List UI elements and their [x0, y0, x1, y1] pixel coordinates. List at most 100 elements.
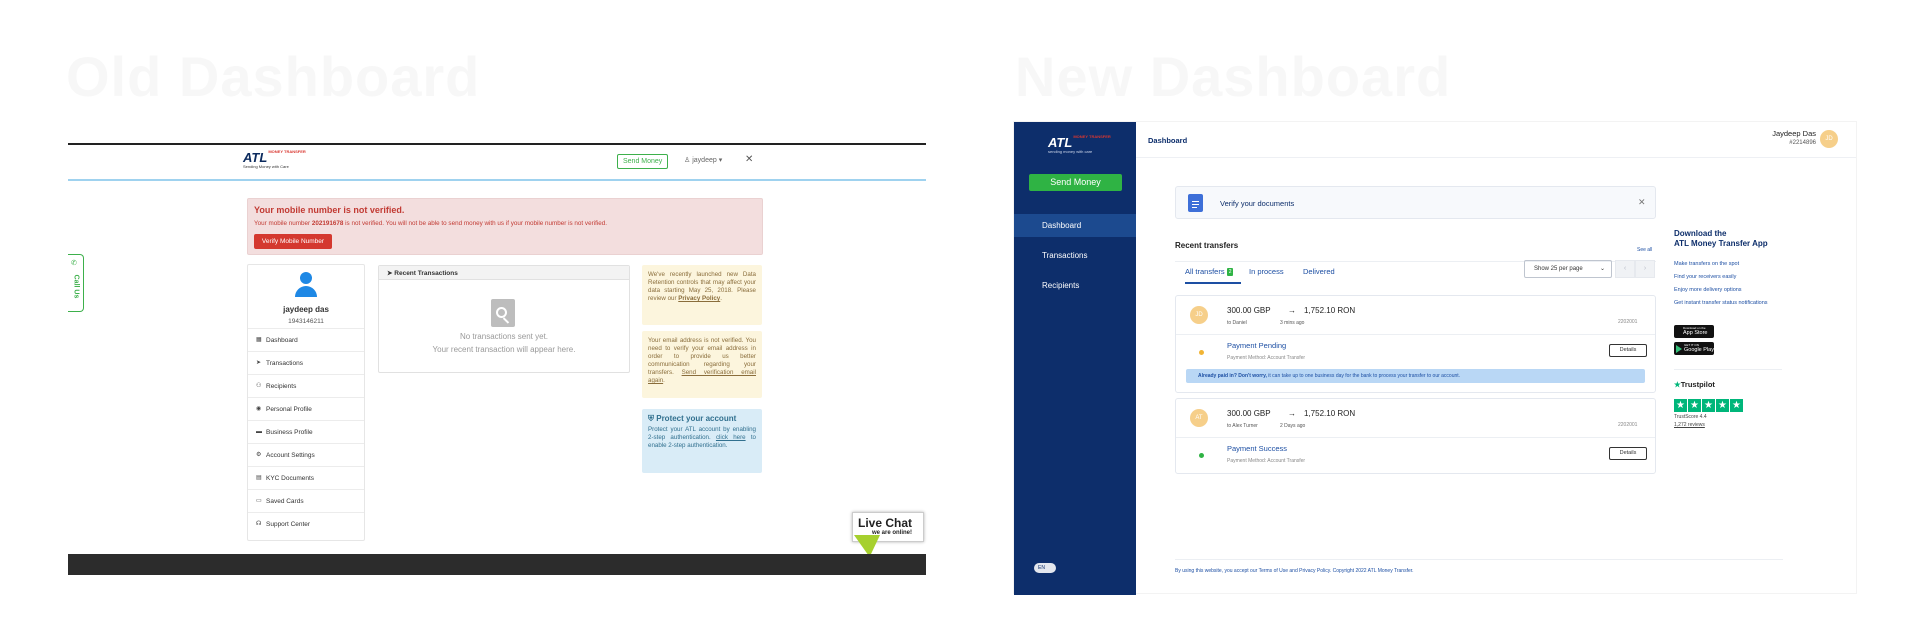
payment-method: Payment Method: Account Transfer: [1227, 458, 1306, 464]
star-icon: ★: [1674, 380, 1681, 389]
user-menu[interactable]: ♙ jaydeep ▾: [684, 156, 722, 164]
chevron-down-icon: ⌄: [1599, 266, 1605, 272]
document-icon: [1188, 194, 1203, 212]
menu-item-account-settings[interactable]: ⚙ Account Settings: [248, 443, 364, 466]
privacy-policy-link[interactable]: Privacy Policy: [678, 295, 720, 302]
transfer-time: 3 mins ago: [1280, 320, 1305, 326]
star-icon: ★: [1674, 399, 1687, 412]
send-amount: 300.00 GBP: [1227, 409, 1271, 418]
document-search-icon: [491, 299, 515, 327]
sidebar-item-transactions[interactable]: Transactions: [1014, 244, 1136, 267]
details-button[interactable]: Details: [1609, 447, 1647, 460]
app-feature-item: Find your receivers easily: [1674, 274, 1737, 280]
menu-icon: ⚇: [256, 383, 262, 389]
menu-item-transactions[interactable]: ➤ Transactions: [248, 351, 364, 374]
verify-documents-text: Verify your documents: [1220, 199, 1295, 208]
verify-documents-banner[interactable]: Verify your documents ✕: [1175, 186, 1656, 219]
call-us-tab[interactable]: ✆ Call Us: [68, 254, 84, 312]
menu-item-saved-cards[interactable]: ▭ Saved Cards: [248, 489, 364, 512]
menu-item-kyc-documents[interactable]: ▤ KYC Documents: [248, 466, 364, 489]
menu-item-business-profile[interactable]: ▬ Business Profile: [248, 420, 364, 443]
see-all-link[interactable]: See all: [1637, 247, 1652, 253]
star-icon: ★: [1688, 399, 1701, 412]
active-tab-indicator: [1185, 282, 1241, 284]
close-icon[interactable]: ✕: [1638, 197, 1646, 208]
recent-transfers-title: Recent transfers: [1175, 241, 1239, 250]
tab-in-process[interactable]: In process: [1249, 267, 1284, 276]
menu-label: Account Settings: [266, 452, 315, 459]
receive-amount: 1,752.10 RON: [1304, 409, 1356, 418]
menu-label: KYC Documents: [266, 475, 315, 482]
menu-label: Recipients: [266, 383, 297, 390]
menu-label: Personal Profile: [266, 406, 312, 413]
receive-amount: 1,752.10 RON: [1304, 306, 1356, 315]
sidebar-item-dashboard[interactable]: Dashboard: [1014, 214, 1136, 237]
menu-label: Dashboard: [266, 337, 298, 344]
verify-mobile-button[interactable]: Verify Mobile Number: [254, 234, 332, 249]
google-play-badge[interactable]: GET IT ON Google Play: [1674, 342, 1714, 355]
prev-page-button[interactable]: ‹: [1615, 260, 1635, 278]
alert-title: Your mobile number is not verified.: [254, 205, 405, 215]
recent-transactions-header: ➤ Recent Transactions: [379, 266, 629, 280]
profile-card: jaydeep das 1943146211 ▦ Dashboard ➤ Transa…: [247, 264, 365, 541]
tab-all-transfers[interactable]: All transfers 2: [1185, 267, 1234, 276]
language-toggle[interactable]: EN: [1034, 563, 1056, 573]
app-store-badge[interactable]: Download on the App Store: [1674, 325, 1714, 338]
app-feature-item: Enjoy more delivery options: [1674, 287, 1742, 293]
atl-logo-new[interactable]: ATLMONEY TRANSFER sending money with car…: [1048, 135, 1111, 155]
tab-delivered[interactable]: Delivered: [1303, 267, 1335, 276]
top-bar: Dashboard Jaydeep Das #2214896 JD: [1136, 122, 1856, 158]
trustpilot-logo[interactable]: ★Trustpilot: [1674, 380, 1715, 389]
per-page-select[interactable]: Show 25 per page ⌄: [1524, 260, 1612, 278]
footer-text: By using this website, you accept our Te…: [1175, 568, 1414, 574]
user-icon: ♙: [684, 157, 691, 164]
empty-title: No transactions sent yet.: [459, 332, 549, 341]
send-money-button[interactable]: Send Money: [617, 154, 669, 169]
menu-item-personal-profile[interactable]: ◉ Personal Profile: [248, 397, 364, 420]
next-page-button[interactable]: ›: [1635, 260, 1655, 278]
data-retention-notice: We've recently launched new Data Retenti…: [642, 265, 762, 325]
old-dashboard: ATLMONEY TRANSFER Sending Money with Car…: [68, 143, 926, 575]
avatar[interactable]: JD: [1820, 130, 1838, 148]
caret-down-icon: ▾: [718, 157, 723, 164]
live-chat-subtitle: we are online!: [872, 530, 913, 536]
new-dashboard: ATLMONEY TRANSFER sending money with car…: [1013, 121, 1857, 595]
sidebar-item-recipients[interactable]: Recipients: [1014, 274, 1136, 297]
menu-label: Support Center: [266, 521, 311, 528]
menu-icon: ☊: [256, 521, 262, 527]
click-here-link[interactable]: click here: [716, 434, 746, 441]
profile-name: jaydeep das: [283, 305, 329, 314]
shield-icon: ⛨: [648, 414, 654, 423]
menu-item-recipients[interactable]: ⚇ Recipients: [248, 374, 364, 397]
send-money-button-new[interactable]: Send Money: [1029, 174, 1122, 191]
sidebar: ATLMONEY TRANSFER sending money with car…: [1014, 122, 1136, 595]
star-icon: ★: [1730, 399, 1743, 412]
payment-note: Already paid in? Don't worry, it can tak…: [1186, 369, 1645, 383]
transfer-status: Payment Pending: [1227, 341, 1287, 350]
transfer-card: JD 300.00 GBP → 1,752.10 RON to Daniel 3…: [1175, 295, 1656, 393]
user-id-new: #2214896: [1789, 140, 1816, 146]
reviews-link[interactable]: 1,272 reviews: [1674, 422, 1705, 428]
atl-logo[interactable]: ATLMONEY TRANSFER Sending Money with Car…: [243, 150, 306, 170]
menu-label: Transactions: [266, 360, 303, 367]
menu-item-dashboard[interactable]: ▦ Dashboard: [248, 328, 364, 351]
trustpilot-stars: ★ ★ ★ ★ ★: [1674, 395, 1744, 412]
menu-icon: ◉: [256, 406, 262, 412]
star-icon: ★: [1702, 399, 1715, 412]
status-dot: [1199, 350, 1204, 355]
transfer-time: 2 Days ago: [1280, 423, 1306, 429]
recent-transactions-panel: ➤ Recent Transactions No transactions se…: [378, 265, 630, 373]
user-name-new: Jaydeep Das: [1772, 129, 1816, 138]
menu-icon: ⚙: [256, 452, 262, 458]
menu-item-support-center[interactable]: ☊ Support Center: [248, 512, 364, 535]
old-footer: [68, 554, 926, 575]
new-dashboard-heading: New Dashboard: [1015, 45, 1452, 108]
app-download-title: Download the ATL Money Transfer App: [1674, 229, 1768, 248]
recipient-name: to Daniel: [1227, 320, 1247, 326]
status-dot: [1199, 453, 1204, 458]
details-button[interactable]: Details: [1609, 344, 1647, 357]
recipient-name: to Alex Turner: [1227, 423, 1258, 429]
mobile-not-verified-alert: Your mobile number is not verified. Your…: [247, 198, 763, 255]
close-icon[interactable]: ✕: [745, 154, 753, 165]
arrow-right-icon: →: [1288, 306, 1296, 315]
